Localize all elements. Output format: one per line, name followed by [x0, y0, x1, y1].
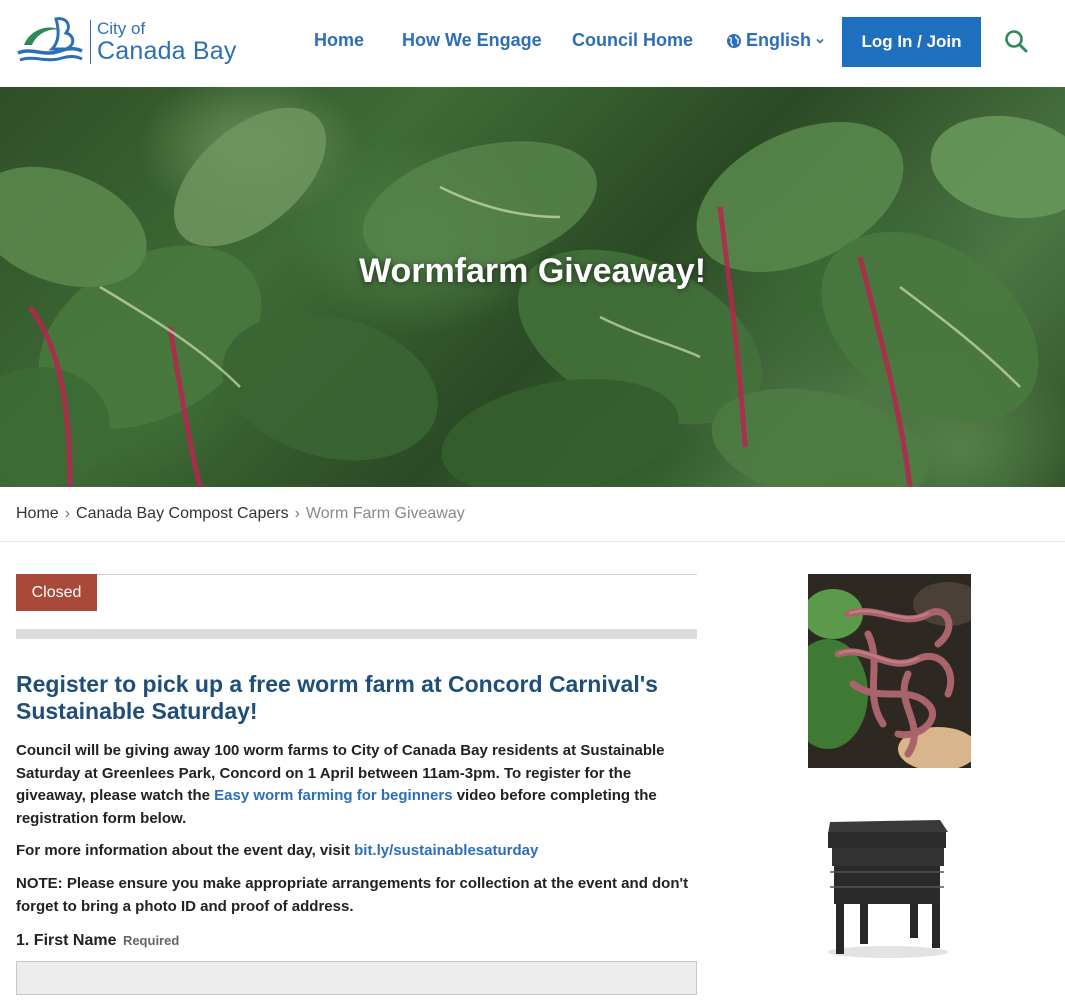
breadcrumb-current: Worm Farm Giveaway — [305, 505, 465, 522]
page-headline: Register to pick up a free worm farm at … — [16, 671, 658, 724]
worms-photo — [808, 574, 971, 768]
language-label: English — [746, 30, 812, 50]
event-info-text: For more information about the event day… — [16, 842, 355, 859]
first-name-label-text: 1. First Name — [16, 932, 117, 949]
content-top-divider — [16, 574, 697, 575]
site-header: City of Canada Bay Home How We Engage Co… — [0, 0, 1065, 87]
progress-bar-fill — [16, 629, 697, 639]
worm-farm-photo — [820, 812, 956, 960]
nav-council-home[interactable]: Council Home — [572, 30, 693, 51]
event-info-paragraph: For more information about the event day… — [16, 840, 697, 863]
sustainable-saturday-link[interactable]: bit.ly/sustainablesaturday — [354, 842, 538, 859]
logo-divider — [90, 20, 91, 64]
logo-text-small: City of — [97, 19, 146, 38]
breadcrumb-divider — [0, 541, 1065, 542]
worm-farm-image — [828, 820, 948, 958]
login-join-button[interactable]: Log In / Join — [842, 17, 981, 67]
globe-icon — [727, 33, 741, 48]
nav-home[interactable]: Home — [314, 30, 364, 51]
chevron-right-icon: › — [294, 505, 300, 522]
first-name-input[interactable] — [16, 961, 697, 995]
nav-how-we-engage[interactable]: How We Engage — [402, 30, 542, 51]
site-logo[interactable]: City of Canada Bay — [16, 14, 256, 70]
note-paragraph: NOTE: Please ensure you make appropriate… — [16, 875, 689, 915]
language-selector[interactable]: English — [726, 30, 825, 51]
progress-bar — [16, 629, 697, 639]
breadcrumb: Home › Canada Bay Compost Capers › Worm … — [16, 503, 465, 525]
worms-image — [808, 574, 971, 768]
chevron-right-icon: › — [64, 505, 71, 522]
chevron-down-icon — [816, 38, 824, 44]
intro-paragraph: Council will be giving away 100 worm far… — [16, 740, 697, 830]
status-badge: Closed — [16, 574, 97, 611]
canada-bay-logo-icon — [17, 17, 83, 62]
easy-worm-farming-link[interactable]: Easy worm farming for beginners — [214, 787, 452, 804]
hero-banner: Wormfarm Giveaway! — [0, 87, 1065, 487]
breadcrumb-compost-capers[interactable]: Canada Bay Compost Capers — [76, 505, 289, 523]
search-icon[interactable] — [1003, 28, 1031, 56]
hero-title: Wormfarm Giveaway! — [358, 252, 707, 290]
required-indicator: Required — [122, 933, 180, 948]
breadcrumb-home[interactable]: Home — [16, 505, 59, 523]
first-name-label: 1. First Name Required — [16, 932, 179, 950]
logo-text: City of Canada Bay — [97, 20, 237, 64]
logo-text-big: Canada Bay — [97, 37, 237, 65]
